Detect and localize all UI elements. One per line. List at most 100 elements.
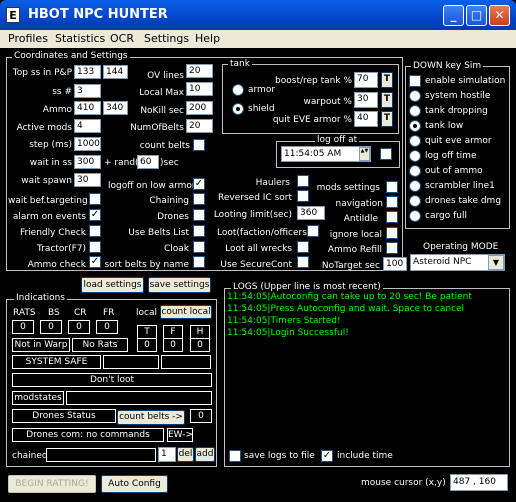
downkey-option[interactable]: log off time xyxy=(408,149,508,164)
downkey-list: enable simulation system hostile tank drop… xyxy=(408,74,508,224)
boost-input[interactable]: 70 xyxy=(354,72,378,88)
boost-t-button[interactable]: T xyxy=(381,72,393,88)
minimize-button[interactable]: _ xyxy=(443,5,464,26)
fr-value: 0 xyxy=(96,320,118,334)
downkey-option[interactable]: drones take dmg xyxy=(408,194,508,209)
menu-help[interactable]: Help xyxy=(195,32,220,45)
cloak-checkbox[interactable] xyxy=(193,241,205,253)
antiidle-checkbox[interactable] xyxy=(386,211,398,223)
menu-settings[interactable]: Settings xyxy=(144,32,189,45)
save-settings-button[interactable]: save settings xyxy=(148,277,211,293)
active-mods-input[interactable]: 4 xyxy=(74,119,101,133)
count-belts-checkbox[interactable] xyxy=(193,139,205,151)
wait-spawn-label: wait spawn xyxy=(21,176,72,186)
logoff-time-input[interactable]: 11:54:05 AM xyxy=(281,146,371,162)
menu-ocr[interactable]: OCR xyxy=(110,32,134,45)
logs-output[interactable]: 11:54:05|Autoconfig can take up to 20 se… xyxy=(226,291,508,441)
indications-legend: Indications xyxy=(14,293,67,303)
use-belts-list-checkbox[interactable] xyxy=(193,225,205,237)
friendly-check-checkbox[interactable] xyxy=(89,225,101,237)
downkey-radio[interactable] xyxy=(409,210,421,222)
include-time-checkbox[interactable]: ✓ xyxy=(321,450,333,462)
navigation-checkbox[interactable] xyxy=(386,196,398,208)
del-button[interactable]: del xyxy=(177,447,194,462)
downkey-option[interactable]: scrambler line1 xyxy=(408,179,508,194)
downkey-option-label: enable simulation xyxy=(425,76,506,86)
top-ss-input-1[interactable]: 133 xyxy=(74,65,101,79)
logoff-low-armor-checkbox[interactable]: ✓ xyxy=(193,178,205,190)
alarm-events-checkbox[interactable]: ✓ xyxy=(89,209,101,221)
maximize-button[interactable]: □ xyxy=(466,5,487,26)
close-button[interactable]: ✕ xyxy=(489,5,510,26)
downkey-radio[interactable] xyxy=(409,150,421,162)
menu-profiles[interactable]: Profiles xyxy=(8,32,48,45)
count-local-button[interactable]: count local xyxy=(160,305,212,319)
begin-ratting-button[interactable]: BEGIN RATTING! xyxy=(8,475,96,493)
ss-num-input[interactable]: 3 xyxy=(74,84,101,98)
downkey-radio[interactable] xyxy=(409,165,421,177)
auto-config-button[interactable]: Auto Config xyxy=(101,475,168,493)
wait-targeting-checkbox[interactable] xyxy=(89,193,101,205)
downkey-option[interactable]: quit eve armor xyxy=(408,134,508,149)
ov-lines-input[interactable]: 20 xyxy=(186,64,213,78)
title-bar[interactable]: E HBOT NPC HUNTER _ □ ✕ xyxy=(0,0,516,30)
downkey-radio[interactable] xyxy=(409,195,421,207)
downkey-option[interactable]: tank dropping xyxy=(408,104,508,119)
load-settings-button[interactable]: load settings xyxy=(81,277,144,293)
downkey-option[interactable]: system hostile xyxy=(408,89,508,104)
log-line: 11:54:05|Autoconfig can take up to 20 se… xyxy=(227,292,472,302)
downkey-checkbox[interactable] xyxy=(409,75,421,87)
shield-radio[interactable] xyxy=(232,103,244,115)
downkey-radio[interactable] xyxy=(409,180,421,192)
warpout-input[interactable]: 30 xyxy=(354,92,378,108)
ammo-input-1[interactable]: 410 xyxy=(74,101,101,115)
logoff-checkbox[interactable] xyxy=(380,148,392,160)
status-cell-blank-1 xyxy=(103,355,159,369)
sort-belts-checkbox[interactable] xyxy=(193,256,205,268)
downkey-option[interactable]: out of ammo xyxy=(408,164,508,179)
mods-settings-checkbox[interactable] xyxy=(386,181,398,193)
operating-mode-dropdown-icon[interactable]: ▼ xyxy=(488,255,504,270)
logoff-spinner[interactable]: ▲▼ xyxy=(359,147,370,161)
wait-spawn-input[interactable]: 30 xyxy=(74,173,101,187)
warpout-t-button[interactable]: T xyxy=(381,92,393,108)
drones-checkbox[interactable] xyxy=(193,209,205,221)
downkey-radio[interactable] xyxy=(409,90,421,102)
ammo-check-checkbox[interactable]: ✓ xyxy=(89,256,101,268)
local-max-input[interactable]: 10 xyxy=(186,82,213,96)
use-securecont-checkbox[interactable] xyxy=(297,256,309,268)
ignore-local-checkbox[interactable] xyxy=(386,227,398,239)
downkey-option[interactable]: cargo full xyxy=(408,209,508,224)
add-button[interactable]: add xyxy=(195,447,215,462)
save-logs-checkbox[interactable] xyxy=(229,450,241,462)
notarget-sec-input[interactable]: 100 xyxy=(383,257,407,271)
count-belts-button[interactable]: count belts -> xyxy=(117,410,185,425)
mouse-cursor-value: 487 , 160 xyxy=(450,474,508,491)
mods-settings-label: mods settings xyxy=(316,183,380,193)
armor-radio[interactable] xyxy=(232,84,244,96)
downkey-radio[interactable] xyxy=(409,135,421,147)
downkey-radio[interactable] xyxy=(409,105,421,117)
reversed-ic-checkbox[interactable] xyxy=(297,190,309,202)
quit-eve-input[interactable]: 40 xyxy=(354,111,378,127)
tank-legend: tank xyxy=(228,59,252,69)
nokill-sec-label: NoKill sec xyxy=(140,106,184,116)
downkey-option[interactable]: enable simulation xyxy=(408,74,508,89)
tractor-checkbox[interactable] xyxy=(89,241,101,253)
num-belts-input[interactable]: 20 xyxy=(186,119,213,133)
downkey-option[interactable]: tank low xyxy=(408,119,508,134)
loot-all-wrecks-checkbox[interactable] xyxy=(297,241,309,253)
quit-eve-t-button[interactable]: T xyxy=(381,111,393,127)
rand-input[interactable]: 60 xyxy=(137,155,159,169)
downkey-radio[interactable] xyxy=(409,120,421,132)
t-value: 0 xyxy=(137,338,157,352)
menu-statistics[interactable]: Statistics xyxy=(55,32,105,45)
chaining-checkbox[interactable] xyxy=(193,193,205,205)
ammo-refill-checkbox[interactable] xyxy=(386,242,398,254)
nokill-sec-input[interactable]: 200 xyxy=(186,101,213,115)
haulers-checkbox[interactable] xyxy=(297,175,309,187)
chained-number-input[interactable]: 1 xyxy=(158,447,176,462)
wait-ss-input[interactable]: 300 xyxy=(74,155,101,169)
drones-com-status: Drones com: no commands xyxy=(12,428,164,442)
step-input[interactable]: 1000 xyxy=(74,137,101,151)
